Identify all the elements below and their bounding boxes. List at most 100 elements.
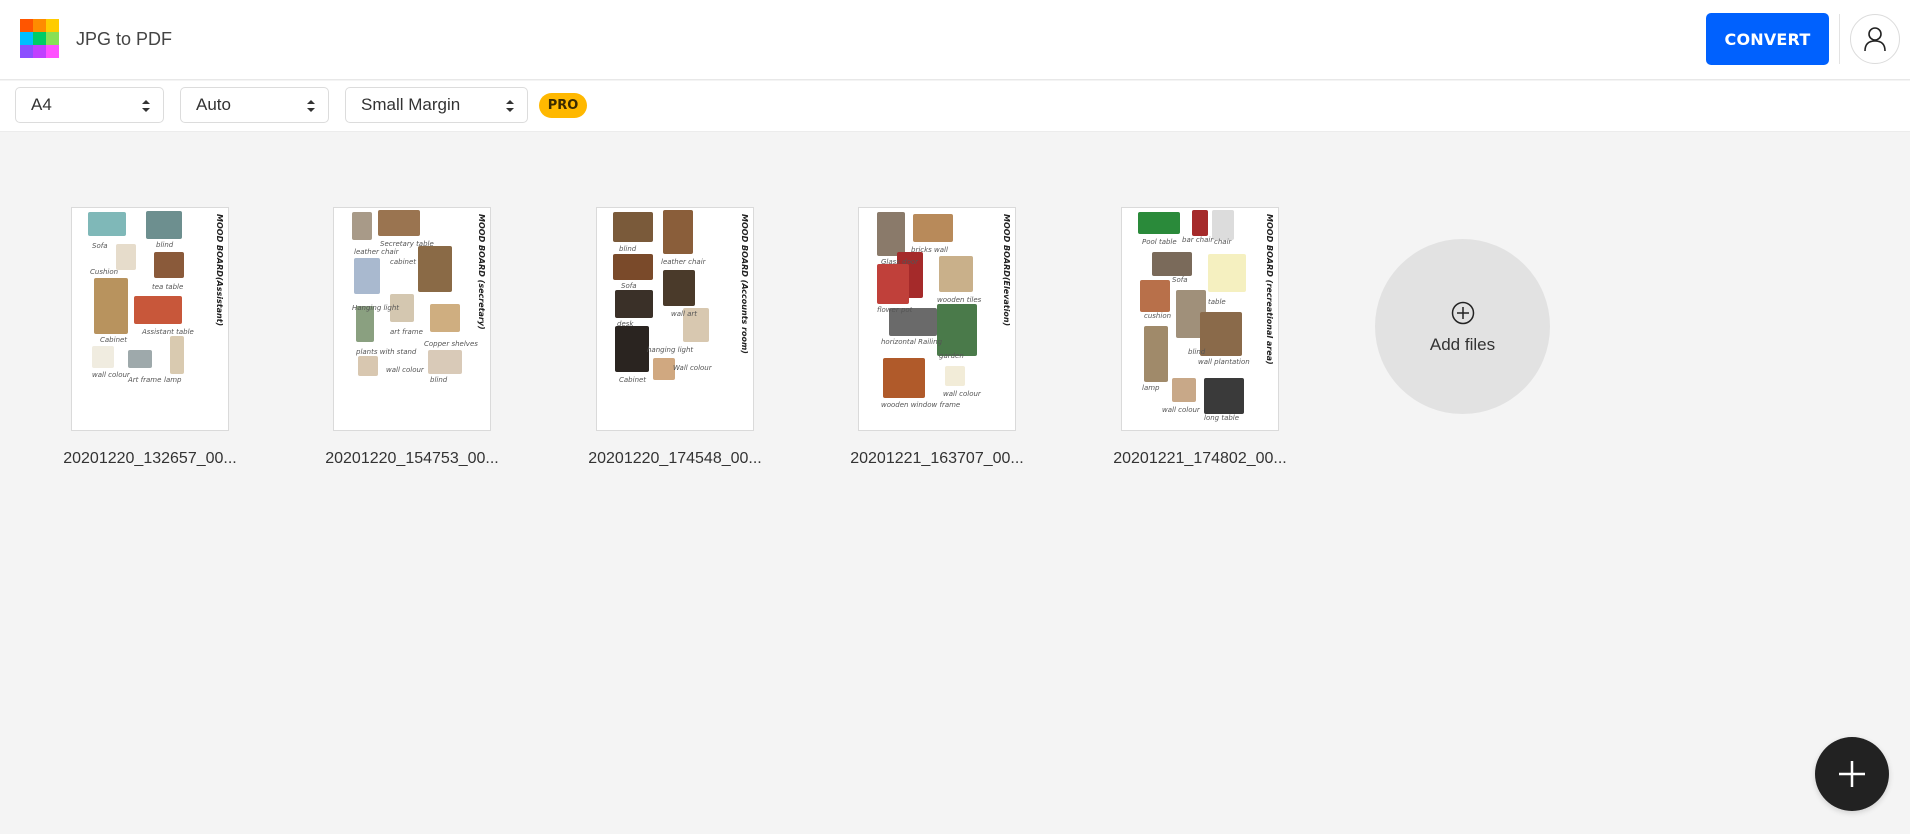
moodboard-label: wooden window frame xyxy=(881,401,961,409)
moodboard-image xyxy=(170,336,184,374)
file-thumbnail[interactable]: Sofa blind Cushion tea table Cabinet Assistan… xyxy=(71,207,229,431)
moodboard-image xyxy=(1140,280,1170,312)
logo-tile xyxy=(46,19,59,32)
moodboard-image xyxy=(945,366,965,386)
add-fab-button[interactable] xyxy=(1815,737,1889,811)
file-name: 20201220_132657_00... xyxy=(63,450,237,467)
moodboard-label: Sofa xyxy=(621,282,637,290)
moodboard-label: wooden tiles xyxy=(937,296,982,304)
select-arrows-icon xyxy=(307,100,315,112)
logo-tile xyxy=(20,32,33,45)
moodboard-label: lamp xyxy=(1142,384,1160,392)
moodboard-label: blind xyxy=(619,245,637,253)
orientation-select[interactable]: Auto xyxy=(180,87,329,123)
moodboard-image xyxy=(1212,210,1234,240)
orientation-value: Auto xyxy=(196,95,231,114)
moodboard-label: wall art xyxy=(671,310,698,318)
moodboard-label: garden xyxy=(939,352,964,360)
moodboard-label: Cabinet xyxy=(100,336,128,344)
moodboard-image xyxy=(1200,312,1242,356)
account-button[interactable] xyxy=(1850,14,1900,64)
logo-tile xyxy=(20,45,33,58)
select-arrows-icon xyxy=(142,100,150,112)
moodboard-image xyxy=(1204,378,1244,414)
moodboard-image xyxy=(154,252,184,278)
moodboard-label: cushion xyxy=(1144,312,1172,320)
moodboard-label: Secretary table xyxy=(380,240,434,248)
logo-tile xyxy=(33,45,46,58)
moodboard-image xyxy=(663,210,693,254)
moodboard-image xyxy=(354,258,380,294)
moodboard-label: bricks wall xyxy=(911,246,948,254)
moodboard-title: MOOD BOARD(Assistant) xyxy=(215,214,224,327)
moodboard-image xyxy=(378,210,420,236)
moodboard-image xyxy=(1152,252,1192,276)
margin-select[interactable]: Small Margin xyxy=(345,87,528,123)
moodboard-title: MOOD BOARD (recreational area) xyxy=(1265,214,1274,365)
toolbar: A4 Auto Small Margin PRO xyxy=(0,81,1910,132)
moodboard-title: MOOD BOARD(Elevation) xyxy=(1002,214,1011,327)
moodboard-image xyxy=(939,256,973,292)
add-files-label: Add files xyxy=(1429,335,1496,354)
select-arrows-icon xyxy=(506,100,514,112)
moodboard-image xyxy=(613,212,653,242)
moodboard-label: lamp xyxy=(164,376,182,384)
convert-button[interactable]: CONVERT xyxy=(1706,13,1829,65)
moodboard-image xyxy=(877,212,905,256)
moodboard-label: blind xyxy=(430,376,448,384)
moodboard-label: blind xyxy=(156,241,174,249)
moodboard-image xyxy=(913,214,953,242)
moodboard-image xyxy=(146,211,182,239)
moodboard-image xyxy=(418,246,452,292)
app-title: JPG to PDF xyxy=(76,29,173,49)
moodboard-image xyxy=(653,358,675,380)
moodboard-label: art frame xyxy=(390,328,423,336)
file-thumbnail[interactable]: blind leather chair Sofa wall art desk hangin… xyxy=(596,207,754,431)
moodboard-label: cabinet xyxy=(390,258,417,266)
moodboard-label: Pool table xyxy=(1142,238,1177,246)
moodboard-image xyxy=(428,350,462,374)
moodboard-label: plants with stand xyxy=(356,348,417,356)
user-icon xyxy=(1864,27,1886,52)
moodboard-label: Cushion xyxy=(90,268,119,276)
margin-value: Small Margin xyxy=(361,95,461,114)
moodboard-image xyxy=(615,290,653,318)
file-name: 20201220_174548_00... xyxy=(588,450,762,467)
moodboard-label: Hanging light xyxy=(352,304,399,312)
page-size-select[interactable]: A4 xyxy=(15,87,164,123)
moodboard-image xyxy=(883,358,925,398)
header: JPG to PDF CONVERT xyxy=(0,0,1910,80)
file-thumbnail[interactable]: leather chair Secretary table cabinet Hangi… xyxy=(333,207,491,431)
moodboard-label: Cabinet xyxy=(619,376,647,384)
add-files-button[interactable]: Add files xyxy=(1375,239,1550,414)
moodboard-title: MOOD BOARD (Accounts room) xyxy=(740,214,749,354)
app-logo-icon xyxy=(20,19,59,58)
moodboard-label: table xyxy=(1208,298,1226,306)
moodboard-label: wall plantation xyxy=(1198,358,1250,366)
moodboard-label: Art frame xyxy=(128,376,162,384)
moodboard-label: wall colour xyxy=(386,366,424,374)
moodboard-label: blind xyxy=(1188,348,1206,356)
moodboard-label: wall colour xyxy=(92,371,130,379)
moodboard-image xyxy=(1172,378,1196,402)
moodboard-label: horizontal Railing xyxy=(881,338,943,346)
file-thumbnail[interactable]: Glass door bricks wall wooden tiles flower … xyxy=(858,207,1016,431)
moodboard-image xyxy=(134,296,182,324)
moodboard-image xyxy=(88,212,126,236)
moodboard-label: bar chair xyxy=(1182,236,1214,244)
moodboard-label: leather chair xyxy=(661,258,706,266)
moodboard-label: desk xyxy=(617,320,634,328)
logo-tile xyxy=(46,32,59,45)
moodboard-image xyxy=(1192,210,1208,236)
moodboard-image xyxy=(1144,326,1168,382)
moodboard-image xyxy=(358,356,378,376)
moodboard-label: Wall colour xyxy=(673,364,712,372)
moodboard-image xyxy=(92,346,114,368)
moodboard-image xyxy=(94,278,128,334)
add-circle-icon xyxy=(1451,301,1475,325)
file-thumbnail[interactable]: Pool table bar chair chair Sofa table cushion… xyxy=(1121,207,1279,431)
logo-tile xyxy=(46,45,59,58)
moodboard-image xyxy=(663,270,695,306)
moodboard-title: MOOD BOARD (secretary) xyxy=(477,214,486,330)
moodboard-label: chair xyxy=(1214,238,1232,246)
